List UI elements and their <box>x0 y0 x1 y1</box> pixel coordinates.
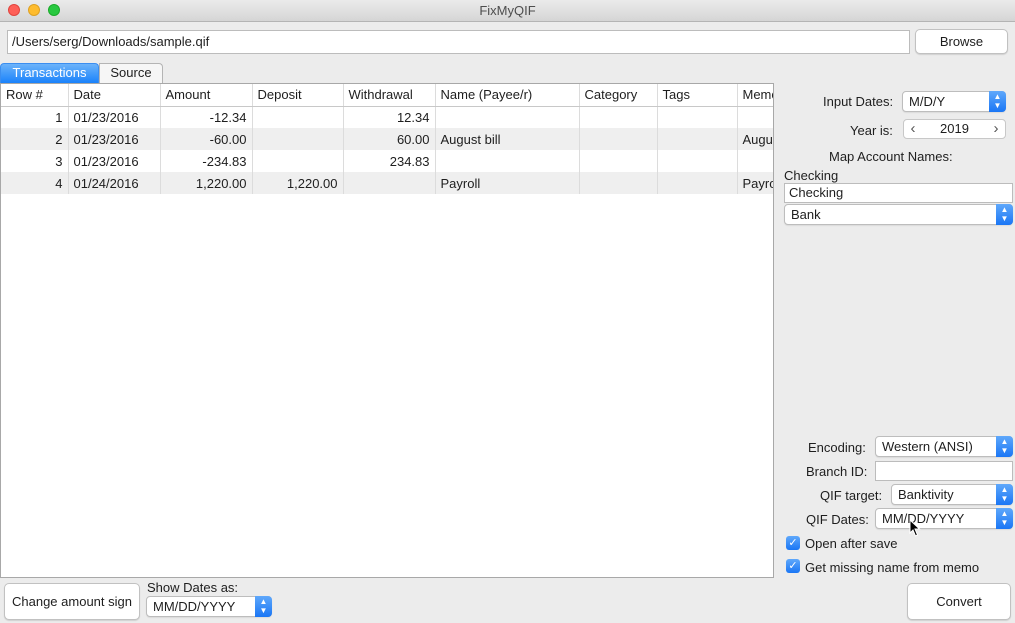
year-label: Year is: <box>850 123 893 138</box>
year-stepper[interactable]: ‹ 2019 › <box>903 119 1006 139</box>
qif-target-label: QIF target: <box>820 488 883 503</box>
chevron-left-icon[interactable]: ‹ <box>904 120 922 138</box>
chevron-updown-icon: ▲ ▼ <box>996 508 1013 529</box>
chevron-updown-icon: ▲ ▼ <box>255 596 272 617</box>
browse-button[interactable]: Browse <box>915 29 1008 54</box>
transactions-table[interactable]: Row # Date Amount Deposit Withdrawal Nam… <box>0 83 774 578</box>
table-row[interactable]: 4 01/24/2016 1,220.00 1,220.00 Payroll P… <box>1 172 773 194</box>
cell-category <box>579 128 658 150</box>
cell-category <box>579 150 658 172</box>
account-type-value: Bank <box>791 207 821 222</box>
map-account-names-label: Map Account Names: <box>829 149 953 164</box>
cell-amount: -60.00 <box>160 128 253 150</box>
missing-name-from-memo-label[interactable]: Get missing name from memo <box>805 560 979 575</box>
column-header-deposit[interactable]: Deposit <box>252 84 344 107</box>
cell-withdrawal: 60.00 <box>343 128 436 150</box>
window-title: FixMyQIF <box>479 3 536 18</box>
chevron-updown-icon: ▲ ▼ <box>996 204 1013 225</box>
input-dates-select[interactable]: M/D/Y ▲ ▼ <box>902 91 1006 112</box>
column-header-amount[interactable]: Amount <box>160 84 253 107</box>
cell-name: Payroll <box>435 172 580 194</box>
mouse-pointer-icon <box>909 519 921 537</box>
column-header-category[interactable]: Category <box>579 84 658 107</box>
input-dates-label: Input Dates: <box>823 94 894 109</box>
cell-deposit: 1,220.00 <box>252 172 344 194</box>
column-header-name[interactable]: Name (Payee/r) <box>435 84 580 107</box>
cell-memo <box>737 150 773 172</box>
encoding-label: Encoding: <box>808 440 866 455</box>
cell-tags <box>657 106 738 128</box>
cell-memo: August bill <box>737 128 773 150</box>
change-amount-sign-button[interactable]: Change amount sign <box>4 583 140 620</box>
cell-date: 01/24/2016 <box>68 172 161 194</box>
show-dates-select[interactable]: MM/DD/YYYY ▲ ▼ <box>146 596 272 617</box>
cell-date: 01/23/2016 <box>68 128 161 150</box>
cell-withdrawal: 12.34 <box>343 106 436 128</box>
encoding-value: Western (ANSI) <box>882 439 973 454</box>
checkmark-icon: ✓ <box>788 537 798 549</box>
table-row[interactable]: 2 01/23/2016 -60.00 60.00 August bill Au… <box>1 128 773 150</box>
column-header-withdrawal[interactable]: Withdrawal <box>343 84 436 107</box>
branch-id-input[interactable] <box>875 461 1013 481</box>
table-row[interactable]: 1 01/23/2016 -12.34 12.34 <box>1 106 773 128</box>
cell-tags <box>657 172 738 194</box>
table-header-row: Row # Date Amount Deposit Withdrawal Nam… <box>1 84 773 107</box>
cell-name <box>435 106 580 128</box>
cell-tags <box>657 128 738 150</box>
year-value: 2019 <box>940 121 969 136</box>
cell-deposit <box>252 150 344 172</box>
qif-dates-label: QIF Dates: <box>806 512 869 527</box>
cell-withdrawal <box>343 172 436 194</box>
file-path-input[interactable]: /Users/serg/Downloads/sample.qif <box>7 30 910 54</box>
qif-target-select[interactable]: Banktivity ▲ ▼ <box>891 484 1013 505</box>
column-header-row-number[interactable]: Row # <box>1 84 69 107</box>
cell-date: 01/23/2016 <box>68 106 161 128</box>
open-after-save-label[interactable]: Open after save <box>805 536 898 551</box>
cell-memo <box>737 106 773 128</box>
cell-amount: -234.83 <box>160 150 253 172</box>
title-bar: FixMyQIF <box>0 0 1015 22</box>
qif-target-value: Banktivity <box>898 487 954 502</box>
account-name-input[interactable]: Checking <box>784 183 1013 203</box>
account-type-select[interactable]: Bank ▲ ▼ <box>784 204 1013 225</box>
missing-name-from-memo-checkbox[interactable]: ✓ <box>786 559 800 573</box>
cell-row-number: 3 <box>1 150 69 172</box>
chevron-updown-icon: ▲ ▼ <box>996 436 1013 457</box>
cell-date: 01/23/2016 <box>68 150 161 172</box>
cell-row-number: 4 <box>1 172 69 194</box>
checkmark-icon: ✓ <box>788 560 798 572</box>
tab-source[interactable]: Source <box>99 63 163 83</box>
chevron-updown-icon: ▲ ▼ <box>989 91 1006 112</box>
cell-amount: -12.34 <box>160 106 253 128</box>
cell-row-number: 1 <box>1 106 69 128</box>
cell-name <box>435 150 580 172</box>
column-header-date[interactable]: Date <box>68 84 161 107</box>
branch-id-label: Branch ID: <box>806 464 868 479</box>
input-dates-value: M/D/Y <box>909 94 946 109</box>
cell-deposit <box>252 106 344 128</box>
show-dates-value: MM/DD/YYYY <box>153 599 236 614</box>
account-name-label: Checking <box>784 168 839 183</box>
chevron-right-icon[interactable]: › <box>987 120 1005 138</box>
cell-category <box>579 172 658 194</box>
qif-dates-value: MM/DD/YYYY <box>882 511 965 526</box>
chevron-updown-icon: ▲ ▼ <box>996 484 1013 505</box>
cell-memo: Payroll <box>737 172 773 194</box>
qif-dates-select[interactable]: MM/DD/YYYY ▲ ▼ <box>875 508 1013 529</box>
cell-row-number: 2 <box>1 128 69 150</box>
cell-amount: 1,220.00 <box>160 172 253 194</box>
tab-transactions[interactable]: Transactions <box>0 63 99 83</box>
show-dates-label: Show Dates as: <box>147 580 239 595</box>
column-header-tags[interactable]: Tags <box>657 84 738 107</box>
cell-deposit <box>252 128 344 150</box>
cell-withdrawal: 234.83 <box>343 150 436 172</box>
encoding-select[interactable]: Western (ANSI) ▲ ▼ <box>875 436 1013 457</box>
column-header-memo[interactable]: Memo <box>737 84 773 107</box>
cell-tags <box>657 150 738 172</box>
cell-category <box>579 106 658 128</box>
table-row[interactable]: 3 01/23/2016 -234.83 234.83 <box>1 150 773 172</box>
convert-button[interactable]: Convert <box>907 583 1011 620</box>
cell-name: August bill <box>435 128 580 150</box>
open-after-save-checkbox[interactable]: ✓ <box>786 536 800 550</box>
